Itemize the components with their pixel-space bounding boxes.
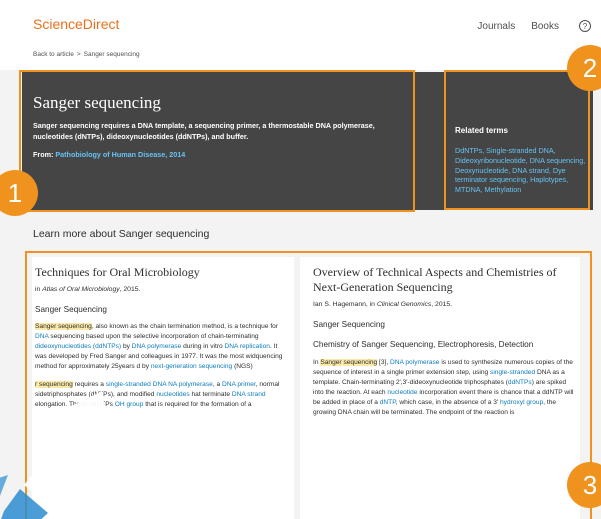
pointer-arrow-icon [0, 391, 108, 519]
nav-journals[interactable]: Journals [477, 21, 515, 32]
top-bar: ScienceDirect Journals Books ? Back to a… [0, 0, 601, 70]
breadcrumb-current: Sanger sequencing [83, 51, 140, 58]
help-icon[interactable]: ? [579, 20, 591, 32]
annotation-box-1 [19, 70, 415, 212]
sciencedirect-logo[interactable]: ScienceDirect [33, 16, 119, 32]
top-nav: Journals Books ? [477, 20, 591, 32]
nav-books[interactable]: Books [531, 21, 559, 32]
breadcrumb-separator: > [76, 51, 81, 58]
annotation-box-2 [444, 70, 590, 210]
breadcrumb-back-link[interactable]: Back to article [33, 51, 74, 58]
learn-more-heading: Learn more about Sanger sequencing [33, 228, 210, 240]
breadcrumb: Back to article > Sanger sequencing [33, 51, 140, 58]
